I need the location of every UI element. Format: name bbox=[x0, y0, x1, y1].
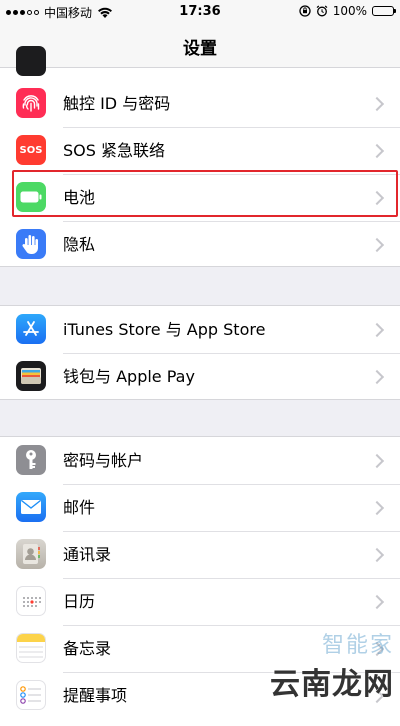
alarm-icon bbox=[316, 5, 328, 17]
row-label: iTunes Store 与 App Store bbox=[63, 320, 266, 339]
notes-icon bbox=[16, 633, 46, 663]
mail-icon bbox=[16, 492, 46, 522]
row-battery[interactable]: 电池 bbox=[0, 174, 400, 221]
row-label: 隐私 bbox=[63, 235, 96, 254]
chevron-right-icon bbox=[369, 594, 385, 610]
watermark-bottom: 云南龙网 bbox=[270, 667, 394, 702]
reminders-icon bbox=[16, 680, 46, 710]
row-label: SOS 紧急联络 bbox=[63, 141, 165, 160]
chevron-right-icon bbox=[369, 369, 385, 385]
wallet-icon bbox=[16, 361, 46, 391]
status-bar: 中国移动 17:36 100% bbox=[0, 0, 400, 24]
row-touch-id[interactable]: 触控 ID 与密码 bbox=[0, 80, 400, 127]
row-passwords-accounts[interactable]: 密码与帐户 bbox=[0, 437, 400, 484]
chevron-right-icon bbox=[369, 547, 385, 563]
sos-icon: SOS bbox=[16, 135, 46, 165]
watermark-top: 智能家 bbox=[321, 633, 394, 658]
watermark: 智能家 云南龙网 bbox=[270, 627, 394, 703]
chevron-right-icon bbox=[369, 143, 385, 159]
row-itunes-app-store[interactable]: iTunes Store 与 App Store bbox=[0, 306, 400, 353]
key-icon bbox=[16, 445, 46, 475]
settings-group-2: iTunes Store 与 App Store 钱包与 Apple Pay bbox=[0, 305, 400, 400]
hand-icon bbox=[16, 229, 46, 259]
chevron-right-icon bbox=[369, 190, 385, 206]
status-right: 100% bbox=[299, 4, 396, 18]
row-label: 钱包与 Apple Pay bbox=[63, 367, 195, 386]
row-mail[interactable]: 邮件 bbox=[0, 484, 400, 531]
partial-icon bbox=[16, 46, 46, 76]
battery-icon bbox=[372, 6, 396, 16]
settings-group-1: 触控 ID 与密码 SOS SOS 紧急联络 电池 隐私 bbox=[0, 46, 400, 268]
chevron-right-icon bbox=[369, 453, 385, 469]
row-privacy[interactable]: 隐私 bbox=[0, 221, 400, 268]
row-label: 触控 ID 与密码 bbox=[63, 94, 171, 113]
row-calendar[interactable]: 日历 bbox=[0, 578, 400, 625]
battery-icon bbox=[16, 182, 46, 212]
rotation-lock-icon bbox=[299, 5, 311, 17]
contacts-icon bbox=[16, 539, 46, 569]
calendar-icon bbox=[16, 586, 46, 616]
row-label: 日历 bbox=[63, 592, 96, 611]
chevron-right-icon bbox=[369, 500, 385, 516]
row-label: 密码与帐户 bbox=[63, 451, 144, 470]
fingerprint-icon bbox=[16, 88, 46, 118]
chevron-right-icon bbox=[369, 96, 385, 112]
row-label: 邮件 bbox=[63, 498, 96, 517]
row-label: 通讯录 bbox=[63, 545, 112, 564]
chevron-right-icon bbox=[369, 237, 385, 253]
row-label: 备忘录 bbox=[63, 639, 112, 658]
chevron-right-icon bbox=[369, 322, 385, 338]
row-sos[interactable]: SOS SOS 紧急联络 bbox=[0, 127, 400, 174]
row-label: 电池 bbox=[63, 188, 96, 207]
page-title: 设置 bbox=[183, 39, 217, 59]
row-contacts[interactable]: 通讯录 bbox=[0, 531, 400, 578]
row-wallet[interactable]: 钱包与 Apple Pay bbox=[0, 353, 400, 400]
nav-bar: 设置 bbox=[0, 24, 400, 68]
battery-percent: 100% bbox=[332, 4, 367, 18]
app-store-icon bbox=[16, 314, 46, 344]
sos-icon-text: SOS bbox=[19, 144, 43, 156]
row-label: 提醒事项 bbox=[63, 686, 128, 705]
